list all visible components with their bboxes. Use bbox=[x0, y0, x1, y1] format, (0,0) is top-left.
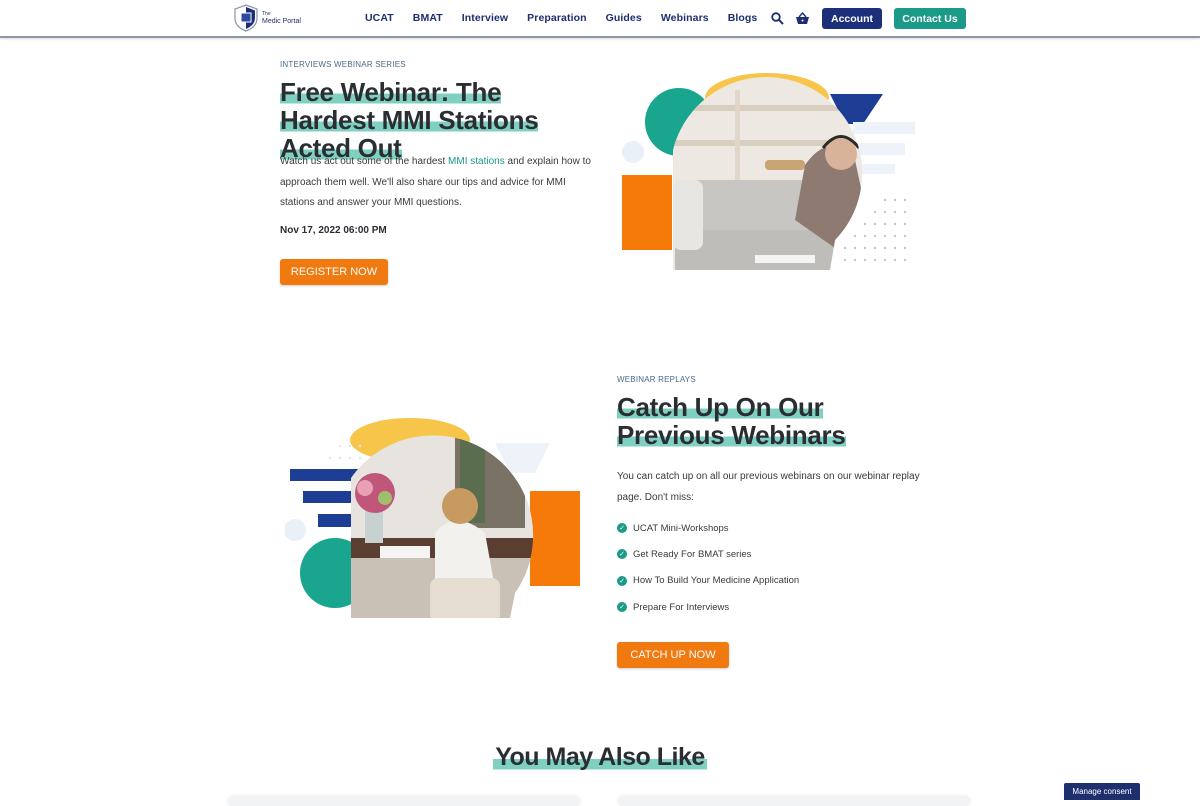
main-nav: UCAT BMAT Interview Preparation Guides W… bbox=[365, 12, 776, 24]
contact-us-button[interactable]: Contact Us bbox=[894, 8, 966, 29]
list-item: ✓ How To Build Your Medicine Application bbox=[617, 568, 799, 594]
check-icon: ✓ bbox=[617, 575, 627, 586]
webinar-illustration bbox=[622, 73, 915, 271]
webinar-description: Watch us act out some of the hardest MMI… bbox=[280, 156, 591, 208]
nav-guides[interactable]: Guides bbox=[606, 12, 642, 24]
related-card[interactable] bbox=[618, 796, 970, 806]
account-button[interactable]: Account bbox=[822, 8, 882, 29]
logo-small-text: The bbox=[262, 11, 271, 17]
nav-ucat[interactable]: UCAT bbox=[365, 12, 394, 24]
mmi-stations-link[interactable]: MMI stations bbox=[448, 156, 505, 167]
nav-webinars[interactable]: Webinars bbox=[661, 12, 709, 24]
webinar-title: Free Webinar: The Hardest MMI Stations A… bbox=[280, 77, 539, 163]
replays-eyebrow: WEBINAR REPLAYS bbox=[617, 375, 696, 384]
nav-interview[interactable]: Interview bbox=[462, 12, 508, 24]
related-card[interactable] bbox=[228, 796, 580, 806]
check-icon: ✓ bbox=[617, 602, 627, 613]
catch-up-now-button[interactable]: CATCH UP NOW bbox=[617, 642, 729, 668]
nav-preparation[interactable]: Preparation bbox=[527, 12, 586, 24]
list-item: ✓ Get Ready For BMAT series bbox=[617, 541, 799, 567]
nav-bmat[interactable]: BMAT bbox=[413, 12, 443, 24]
webinar-eyebrow: INTERVIEWS WEBINAR SERIES bbox=[280, 60, 406, 69]
replays-title: Catch Up On Our Previous Webinars bbox=[617, 392, 846, 450]
check-icon: ✓ bbox=[617, 523, 627, 534]
replays-list: ✓ UCAT Mini-Workshops ✓ Get Ready For BMAT… bbox=[617, 515, 799, 620]
replays-description: You can catch up on all our previous web… bbox=[617, 471, 920, 503]
search-icon[interactable] bbox=[771, 12, 784, 25]
list-item: ✓ Prepare For Interviews bbox=[617, 594, 799, 620]
logo-name: Medic Portal bbox=[262, 18, 301, 25]
nav-blogs[interactable]: Blogs bbox=[728, 12, 758, 24]
logo[interactable]: The Medic Portal bbox=[234, 4, 301, 32]
shield-logo-icon bbox=[234, 4, 258, 32]
register-now-button[interactable]: REGISTER NOW bbox=[280, 259, 388, 285]
check-icon: ✓ bbox=[617, 549, 627, 560]
list-item: ✓ UCAT Mini-Workshops bbox=[617, 515, 799, 541]
basket-icon[interactable] bbox=[795, 12, 810, 25]
webinar-date: Nov 17, 2022 06:00 PM bbox=[280, 225, 387, 236]
manage-consent-button[interactable]: Manage consent bbox=[1064, 783, 1140, 800]
also-like-title: You May Also Like bbox=[493, 743, 707, 771]
site-header: The Medic Portal UCAT BMAT Interview Pre… bbox=[0, 0, 1200, 38]
replays-illustration bbox=[285, 418, 580, 619]
